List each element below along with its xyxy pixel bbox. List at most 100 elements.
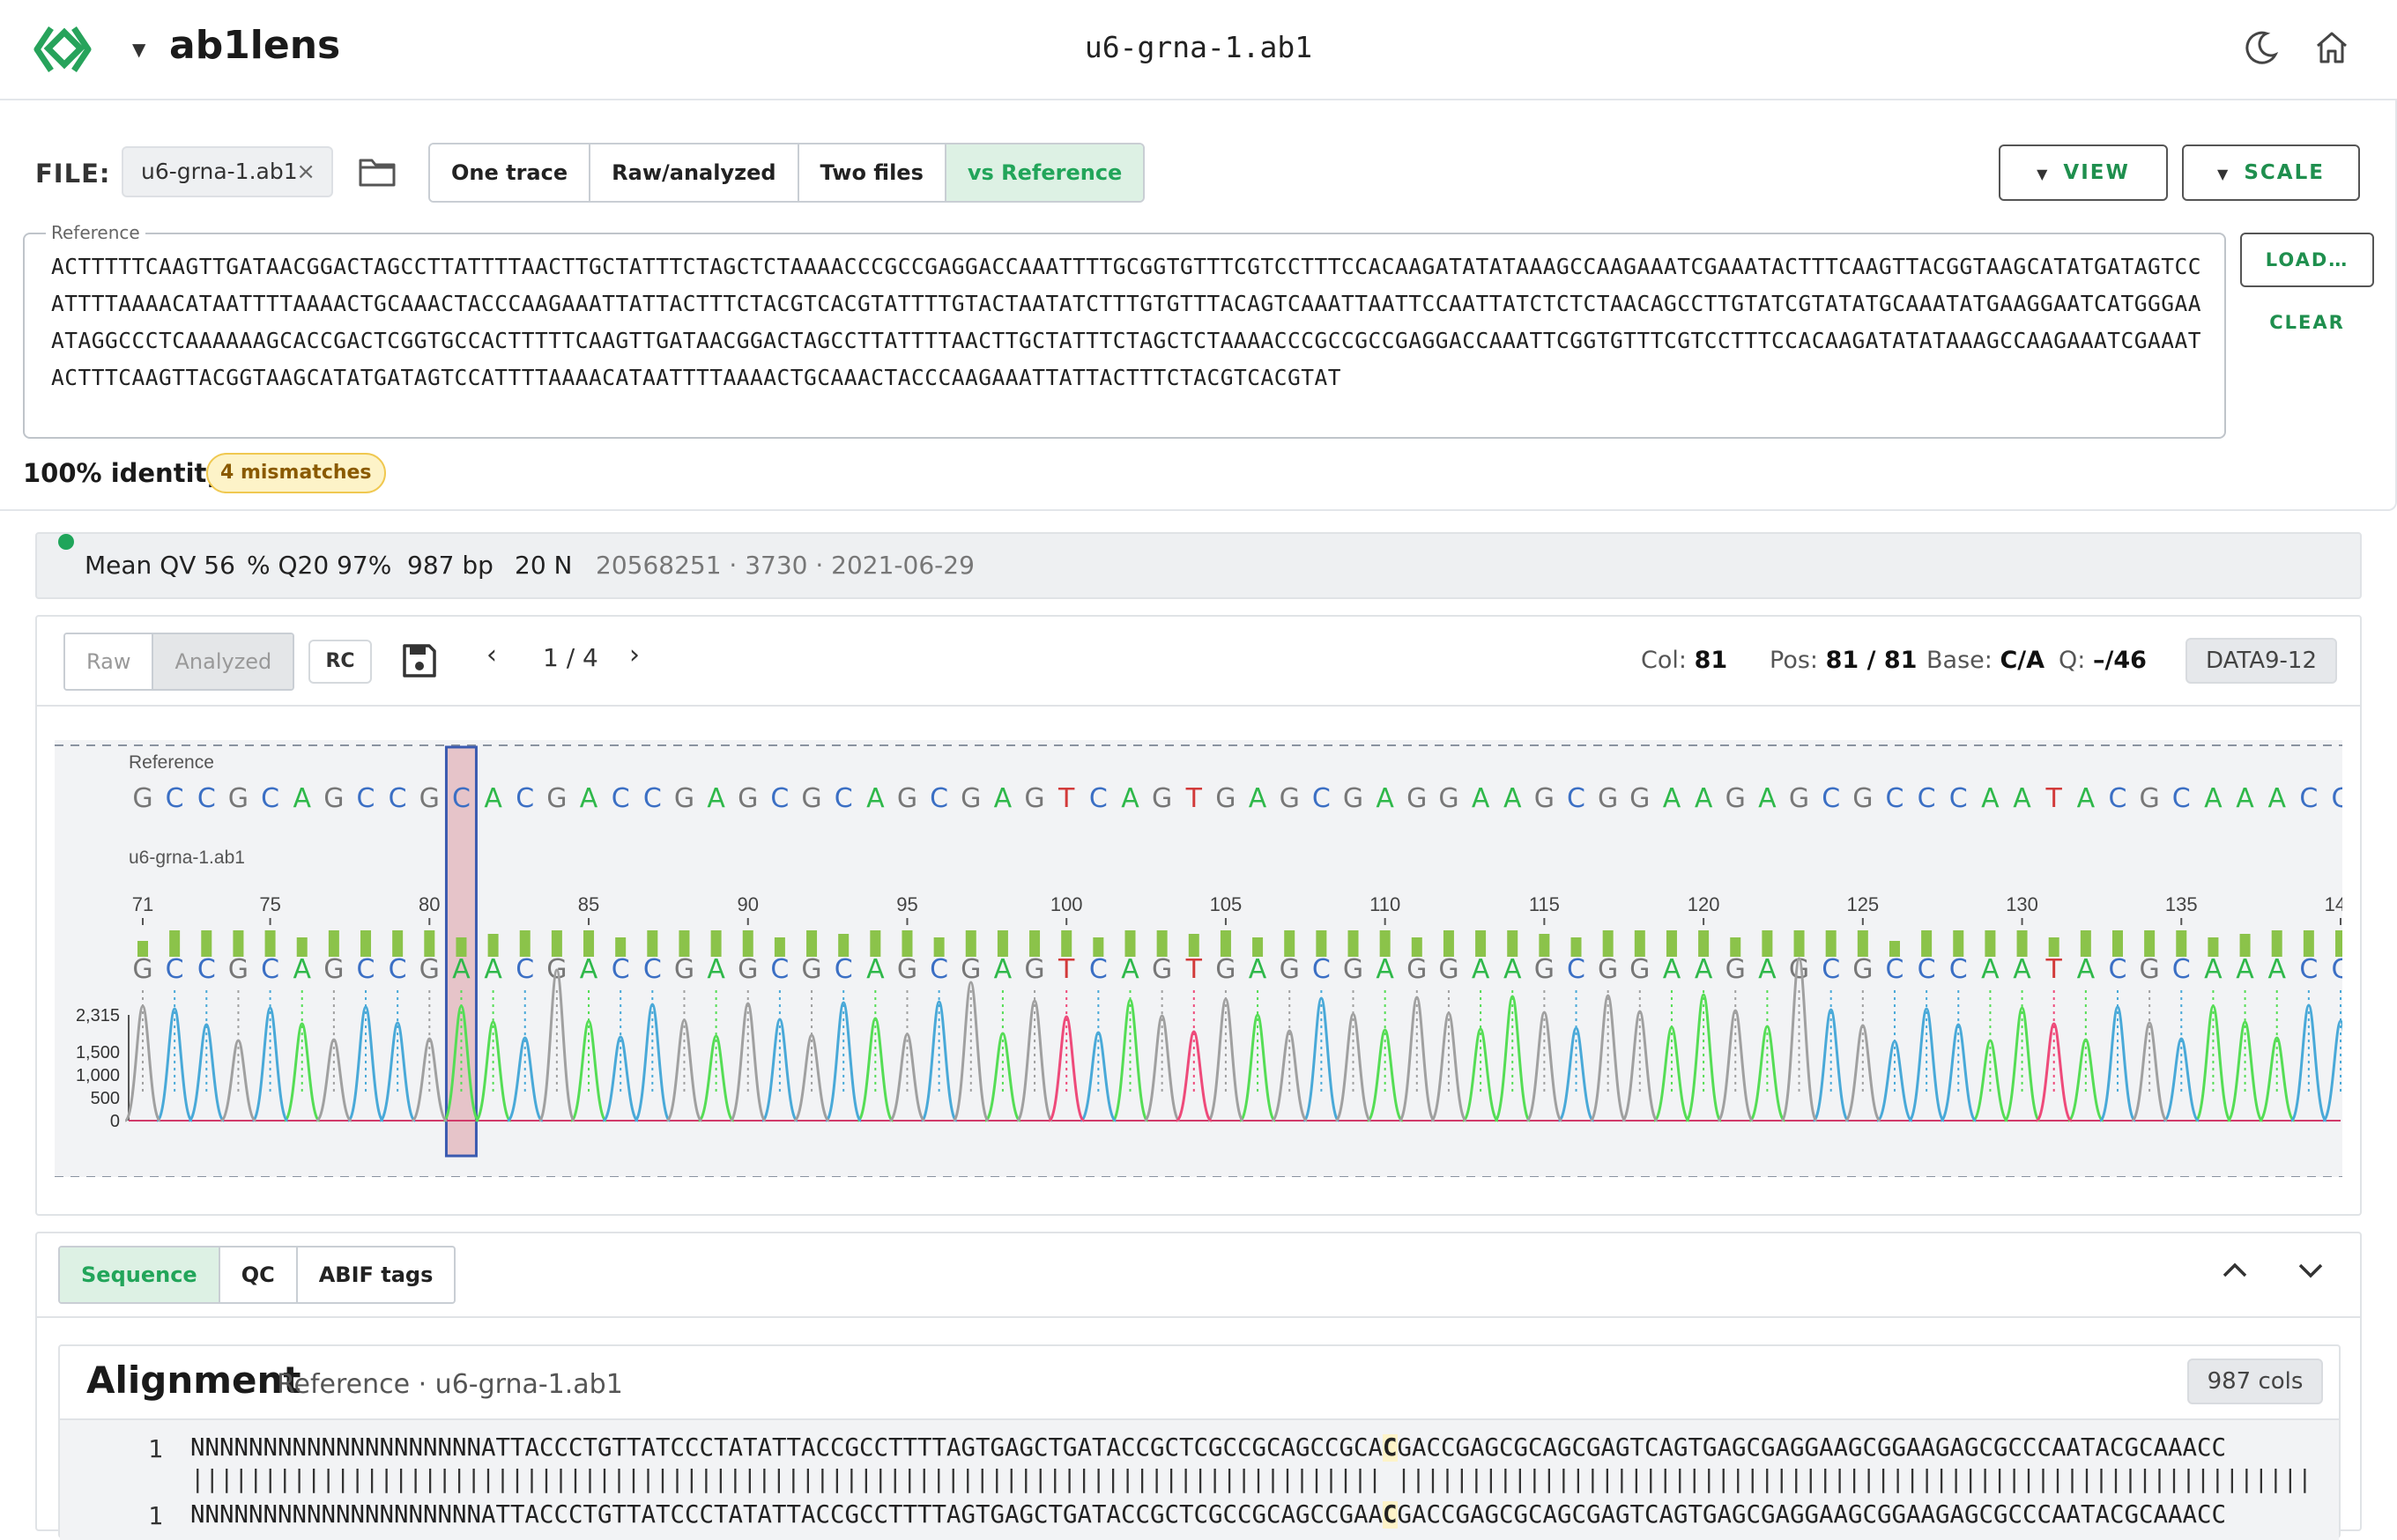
save-icon[interactable] [400,641,439,680]
analyzed-button[interactable]: Analyzed [152,634,293,689]
aligned-base: N [307,1434,322,1462]
quality-bar [1921,930,1933,957]
reference-base: G [801,783,821,814]
position-tick-label: 100 [1050,893,1083,915]
dark-mode-icon[interactable] [2242,28,2281,67]
tab-abif-tags[interactable]: ABIF tags [298,1248,455,1302]
reference-base: A [1472,783,1490,814]
aligned-base: A [641,1434,657,1462]
chevron-down-icon[interactable] [2293,1253,2328,1288]
aligned-base: T [976,1434,991,1462]
reference-base: C [1885,783,1904,814]
called-base: C [930,954,948,985]
aligned-base: N [249,1434,263,1462]
mode-vs-reference[interactable]: vs Reference [946,144,1144,201]
quality-bar [647,930,658,957]
aligned-base: A [1412,1434,1427,1462]
called-base: A [293,954,311,985]
tab-qc[interactable]: QC [220,1248,298,1302]
aligned-base: C [1034,1434,1049,1462]
reference-base: C [166,783,184,814]
reference-base: C [2332,783,2342,814]
called-base: A [866,954,885,985]
aligned-base: N [190,1434,205,1462]
aligned-base: C [2037,1434,2052,1462]
app-header: ▼ ab1lens u6-grna-1.ab1 [0,0,2397,100]
aligned-base: G [1964,1434,1979,1462]
aligned-base: A [1775,1434,1791,1462]
called-base: A [484,954,502,985]
called-base: T [1058,954,1075,985]
position-tick-label: 110 [1369,893,1400,915]
trace-panel: Raw Analyzed RC ‹ 1 / 4 › Col: 81 Pos: 8… [35,615,2362,1216]
aligned-base: G [1877,1434,1892,1462]
position-tick-label: 71 [132,893,153,915]
raw-button[interactable]: Raw [65,634,152,689]
aligned-base: C [1441,1434,1456,1462]
scale-button[interactable]: ▼ SCALE [2182,144,2360,201]
clear-button[interactable]: CLEAR [2240,312,2374,333]
aligned-base: C [1528,1434,1543,1462]
aligned-base: C [1222,1434,1238,1462]
called-base: G [2140,954,2160,985]
called-base: G [738,954,758,985]
reference-base: A [484,783,502,814]
aligned-base: C [873,1434,889,1462]
chevron-up-icon[interactable] [2217,1253,2252,1288]
view-button-label: VIEW [2063,161,2130,184]
aligned-base: G [1703,1434,1718,1462]
reverse-complement-button[interactable]: RC [308,640,372,684]
aligned-base: C [699,1434,715,1462]
aligned-base: N [321,1434,337,1462]
aligned-base: G [597,1434,612,1462]
aligned-base: G [1455,1434,1471,1462]
folder-icon[interactable] [358,155,397,189]
previous-page-icon[interactable]: ‹ [486,640,497,670]
mode-one-trace[interactable]: One trace [430,144,591,201]
file-chip[interactable]: u6-grna-1.ab1 × [122,146,333,197]
reference-base: A [1249,783,1267,814]
called-base: G [1725,954,1746,985]
aligned-base: N [350,1434,366,1462]
home-icon[interactable] [2312,28,2351,67]
reference-base: C [516,783,534,814]
mode-raw-analyzed[interactable]: Raw/analyzed [590,144,799,201]
aligned-base: N [394,1434,409,1462]
close-icon[interactable]: × [296,148,315,196]
alignment-match-line: ||||||||||||||||||||||||||||||||||||||||… [190,1466,2312,1493]
quality-bar [1284,930,1295,957]
quality-bar [997,930,1008,957]
view-button[interactable]: ▼ VIEW [1999,144,2168,201]
load-button[interactable]: LOAD… [2240,233,2374,287]
position-tick-label: 120 [1688,893,1720,915]
aligned-base: G [1935,1434,1950,1462]
reference-base: C [452,783,471,814]
chromatogram-area[interactable]: Reference u6-grna-1.ab1 G C C G C A G C C G C A C G A C C G… [55,740,2360,1206]
chromatogram-chart[interactable]: Referenceu6-grna-1.ab1G C C G C A G C C G C A C G A C C G… [55,740,2360,1206]
stats-bar: Mean QV 56 % Q20 97% 987 bp 20 N 2056825… [35,532,2362,599]
aligned-base: A [1819,1434,1834,1462]
called-base: A [452,954,471,985]
aligned-base: A [2052,1434,2067,1462]
tab-sequence[interactable]: Sequence [60,1248,220,1302]
reference-base: C [1918,783,1936,814]
called-base: A [1981,954,2000,985]
reference-base: A [2077,783,2096,814]
aligned-base: A [1106,1434,1122,1462]
mode-two-files[interactable]: Two files [798,144,946,201]
quality-bar [679,930,690,957]
called-base: G [897,954,917,985]
called-base: C [1822,954,1840,985]
called-base: A [580,954,598,985]
called-base: C [261,954,279,985]
called-base: G [1629,954,1650,985]
called-base: A [1663,954,1681,985]
reference-base: A [994,783,1013,814]
next-page-icon[interactable]: › [629,640,640,670]
reference-base: C [770,783,789,814]
aligned-base: T [1179,1434,1194,1462]
quality-bar [710,930,722,957]
called-base: A [2013,954,2031,985]
reference-sequence[interactable]: ACTTTTTCAAGTTGATAACGGACTAGCCTTATTTTAACTT… [51,248,2210,396]
reference-field[interactable]: Reference ACTTTTTCAAGTTGATAACGGACTAGCCTT… [23,222,2226,439]
